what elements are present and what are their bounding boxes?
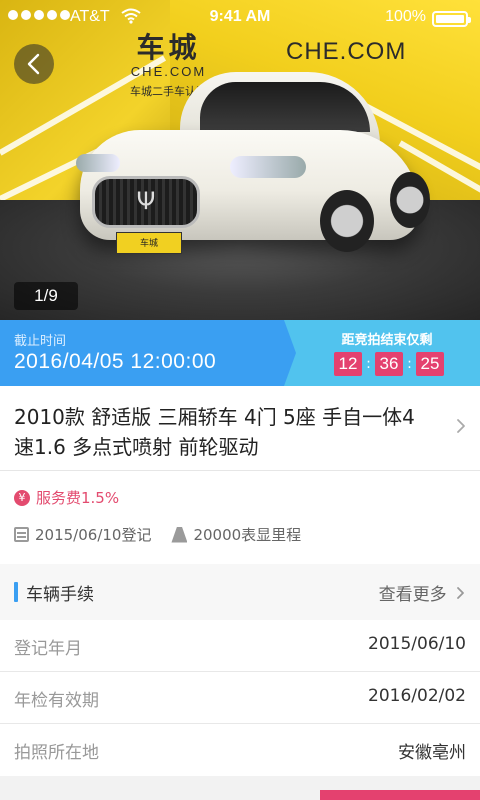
procedure-row: 年检有效期 2016/02/02 — [0, 672, 480, 724]
countdown-minutes: 36 — [375, 352, 403, 376]
yen-icon: ¥ — [14, 489, 30, 506]
back-button[interactable] — [14, 44, 54, 84]
countdown-separator: : — [407, 356, 412, 372]
car-headlight — [76, 154, 120, 172]
car-title: 2010款 舒适版 三厢轿车 4门 5座 手自一体4速1.6 多点式喷射 前轮驱… — [14, 405, 415, 459]
see-more-label: 查看更多 — [378, 585, 447, 605]
countdown-separator: : — [366, 356, 371, 372]
battery-icon — [432, 11, 471, 27]
chevron-right-icon — [457, 419, 465, 433]
car-info-card: 2010款 舒适版 三厢轿车 4门 5座 手自一体4速1.6 多点式喷射 前轮驱… — [0, 386, 480, 564]
deadline-value: 2016/04/05 12:00:00 — [14, 350, 217, 373]
wall-sign: CHE.COM — [286, 38, 407, 65]
mileage-info: 20000表显里程 — [171, 524, 301, 545]
car-photo-gallery[interactable]: 车城 CHE.COM 车城二手车认证 CHE.COM Ψ 车城 1/9 — [0, 0, 480, 320]
countdown-timer: 12 : 36 : 25 — [334, 352, 444, 376]
divider — [0, 470, 480, 471]
car-headlight — [230, 156, 306, 178]
car-wheel — [320, 190, 374, 252]
countdown-hours: 12 — [334, 352, 362, 376]
photo-counter: 1/9 — [14, 282, 78, 310]
procedure-row: 拍照所在地 安徽亳州 — [0, 724, 480, 776]
car-image: Ψ 车城 — [70, 72, 430, 272]
section-title: 车辆手续 — [26, 585, 94, 605]
car-window — [200, 82, 370, 132]
row-value: 2015/06/10 — [368, 634, 466, 654]
countdown-seconds: 25 — [416, 352, 444, 376]
row-value: 安徽亳州 — [398, 743, 466, 763]
row-label: 登记年月 — [14, 639, 82, 659]
status-bar: AT&T 9:41 AM 100% — [0, 0, 480, 40]
see-more-link[interactable]: 查看更多 — [379, 580, 466, 605]
row-label: 拍照所在地 — [14, 743, 99, 763]
chevron-right-icon — [457, 587, 464, 599]
chevron-left-icon — [27, 53, 40, 75]
car-wheel — [390, 172, 430, 228]
battery-percent: 100% — [385, 8, 426, 25]
deadline-label: 截止时间 — [14, 334, 67, 349]
road-icon — [171, 526, 188, 543]
countdown-label: 距竞拍结束仅剩 — [341, 333, 433, 348]
calendar-icon — [14, 527, 29, 542]
service-fee: ¥ 服务费1.5% — [14, 487, 119, 508]
registration-text: 2015/06/10登记 — [35, 526, 152, 544]
procedure-row: 登记年月 2015/06/10 — [0, 620, 480, 672]
row-value: 2016/02/02 — [368, 686, 466, 706]
mileage-text: 20000表显里程 — [193, 526, 302, 544]
procedures-header: 车辆手续 查看更多 — [0, 564, 480, 620]
row-label: 年检有效期 — [14, 691, 99, 711]
bottom-action-accent[interactable] — [320, 790, 480, 800]
service-fee-text: 服务费1.5% — [36, 489, 120, 507]
car-meta: 2015/06/10登记 20000表显里程 — [14, 524, 321, 545]
auction-banner: 截止时间 2016/04/05 12:00:00 距竞拍结束仅剩 12 : 36… — [0, 320, 480, 386]
trident-emblem-icon: Ψ — [136, 187, 156, 215]
section-accent-bar — [14, 582, 18, 602]
registration-info: 2015/06/10登记 — [14, 524, 151, 545]
license-plate: 车城 — [116, 232, 182, 254]
